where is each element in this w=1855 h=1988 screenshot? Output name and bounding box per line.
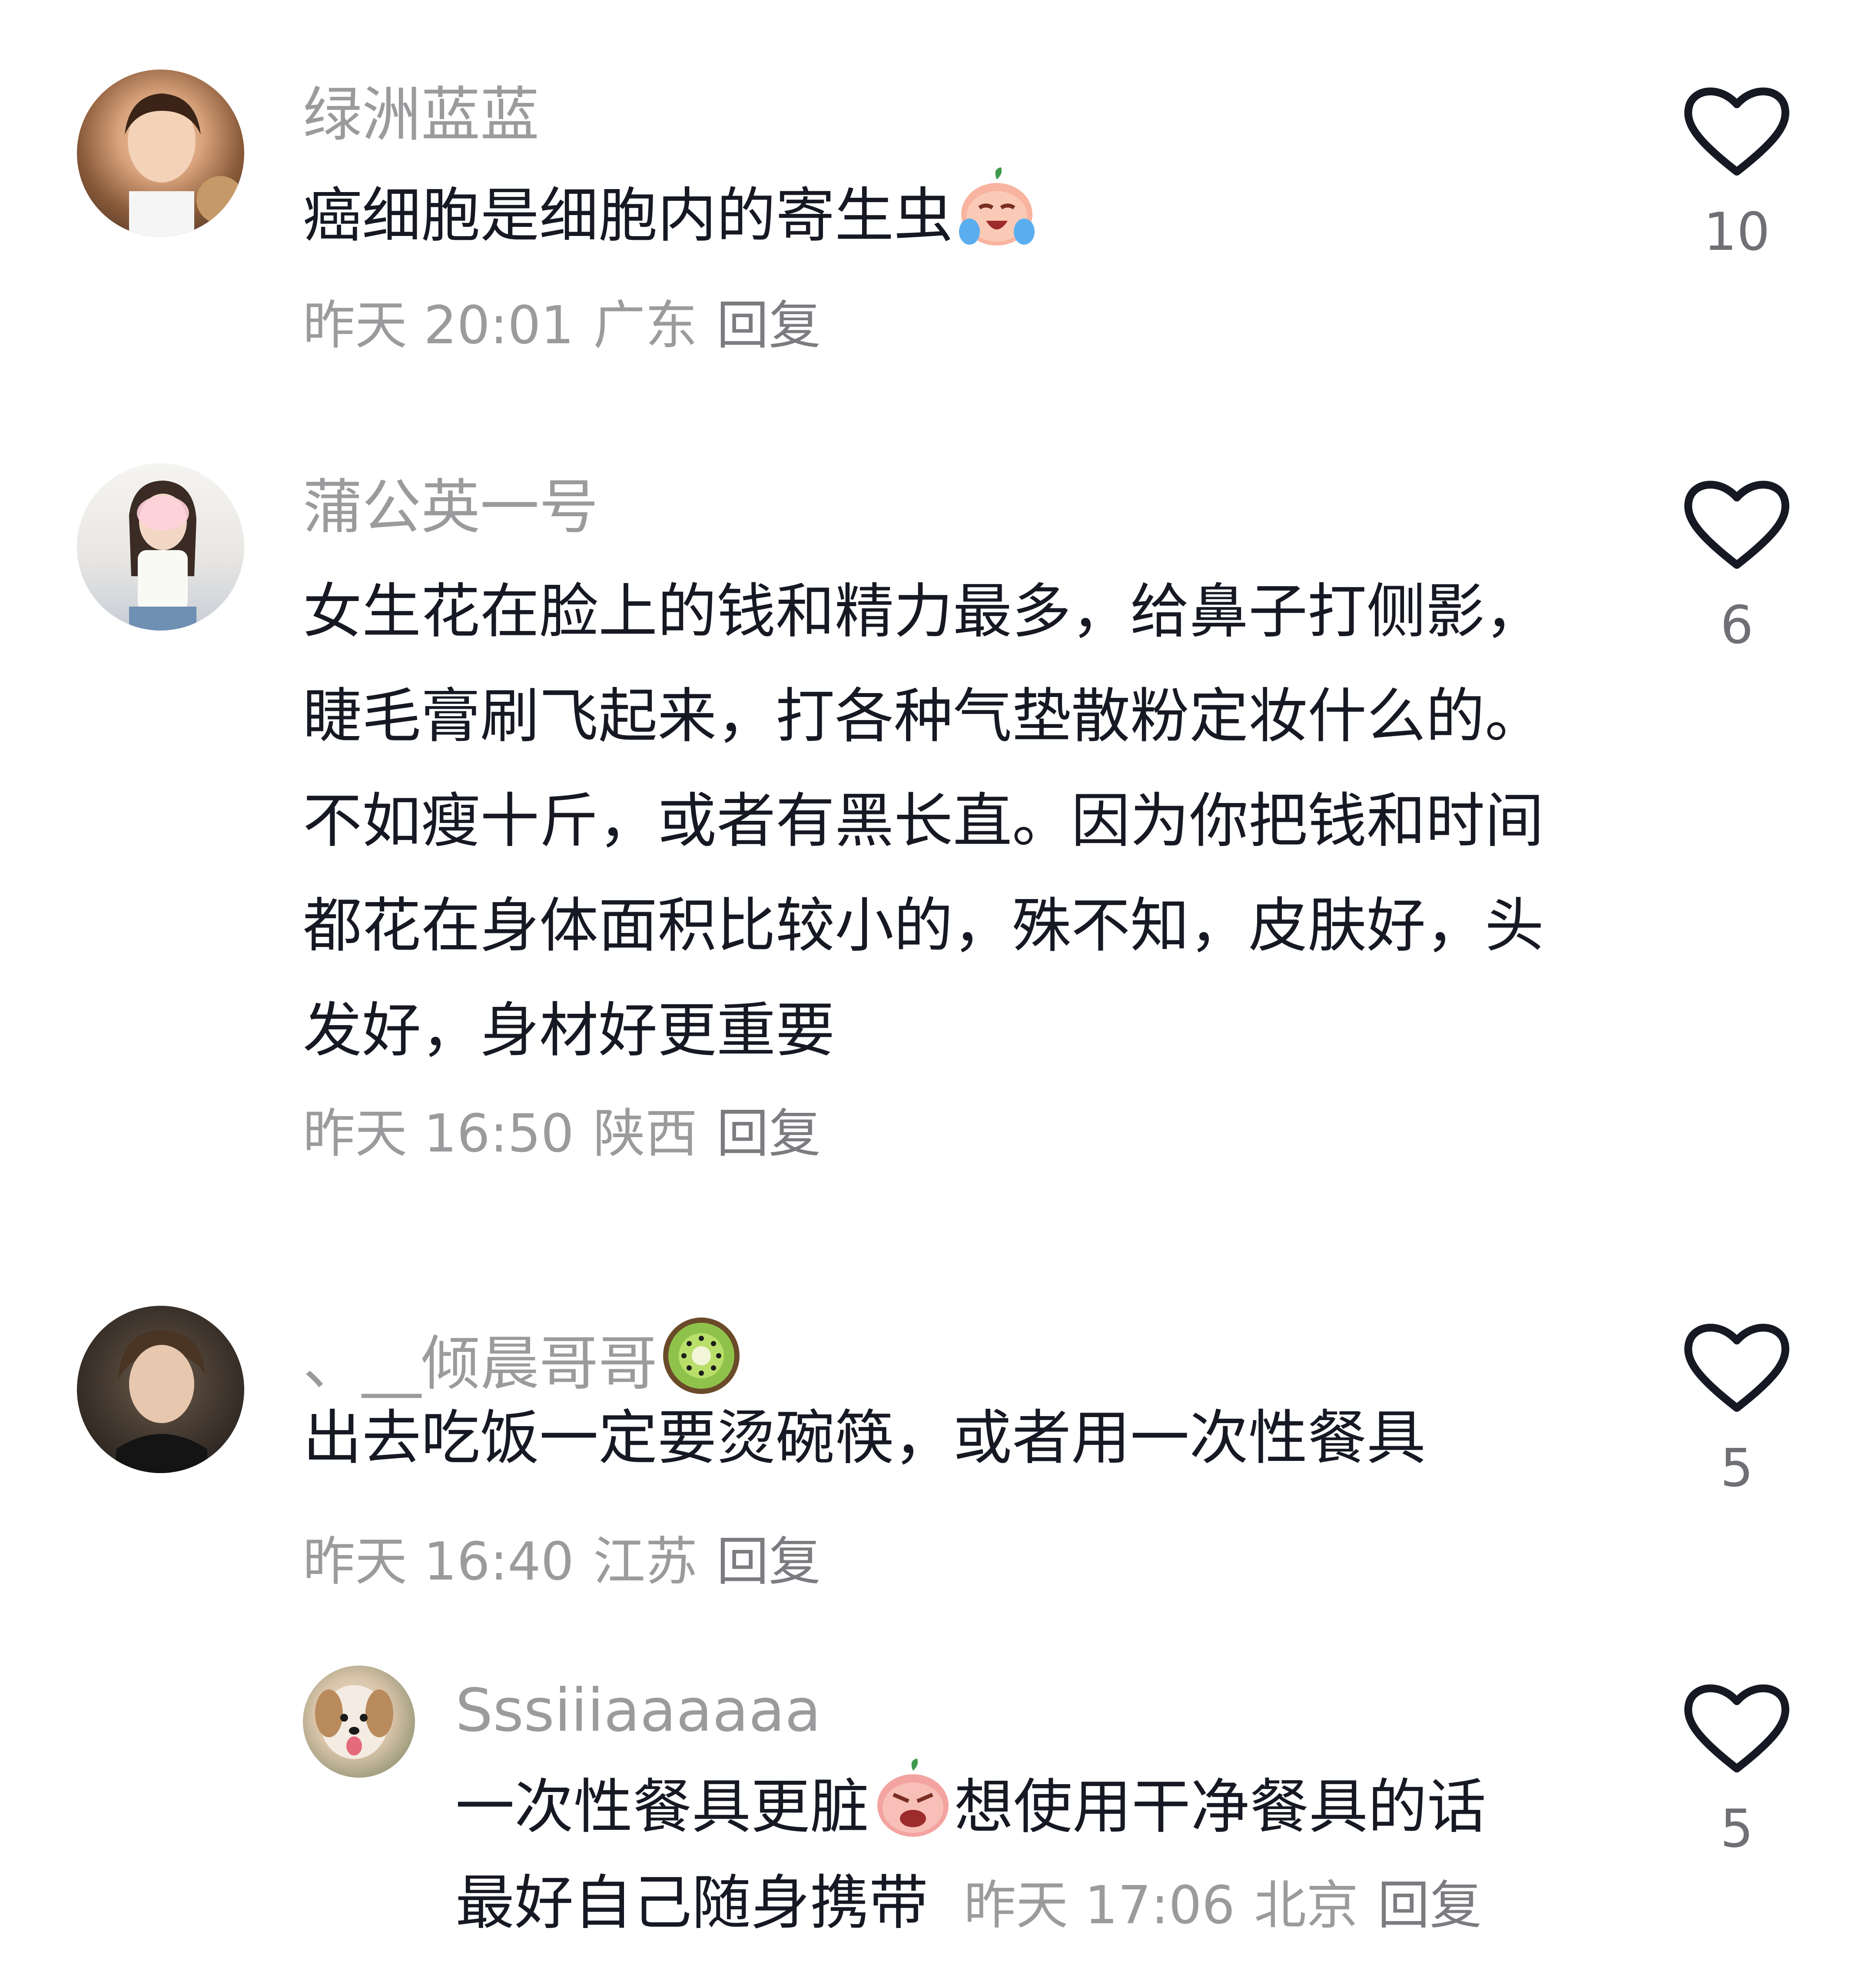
like-count: 10 [1703,202,1770,262]
username-text: 、__倾晨哥哥 [303,1330,657,1398]
avatar[interactable] [303,1666,415,1778]
like-button[interactable]: 5 [1676,1317,1798,1501]
avatar[interactable] [77,70,244,237]
avatar-image [129,481,196,631]
avatar[interactable] [77,1306,244,1473]
comment-text: 一次性餐具更脏 想使用干净餐具的话 [455,1758,1672,1857]
comment-date: 昨天 16:50 [303,1104,574,1164]
comment-location: 陕西 [593,1104,697,1164]
comment-meta: 昨天 16:50 陕西 回复 [303,1102,821,1167]
reply-button[interactable]: 回复 [717,1104,821,1164]
angry-peach-emoji-icon [872,1758,954,1857]
reply-button[interactable]: 回复 [717,295,821,356]
comment-date: 昨天 16:40 [303,1532,574,1592]
like-count: 5 [1720,1438,1754,1499]
comment-meta: 昨天 20:01 广东 回复 [303,293,821,358]
like-count: 5 [1720,1799,1754,1859]
reply-button[interactable]: 回复 [717,1532,821,1592]
comment-text: 女生花在脸上的钱和精力最多，给鼻子打侧影，睫毛膏刷飞起来，打各种气垫散粉定妆什么… [303,577,1544,1065]
like-button[interactable]: 10 [1676,80,1798,265]
comment-text-content: 癌细胞是细胞内的寄生虫 [303,182,953,250]
avatar-image [315,1685,393,1759]
like-count: 6 [1720,595,1754,656]
username[interactable]: 绿洲蓝蓝 [303,80,539,150]
heart-icon [1684,87,1789,176]
avatar[interactable] [77,463,244,631]
comment-text: 癌细胞是细胞内的寄生虫 [303,166,1563,266]
reply-button[interactable]: 回复 [1377,1875,1482,1936]
comment-meta: 昨天 16:40 江苏 回复 [303,1530,821,1595]
comment-date: 昨天 17:06 [964,1875,1235,1936]
heart-icon [1684,1684,1789,1772]
comment-meta: 昨天 17:06 北京 回复 [947,1875,1482,1936]
comment-location: 广东 [593,295,697,356]
avatar-image [125,93,244,237]
like-button[interactable]: 6 [1676,474,1798,658]
like-button[interactable]: 5 [1676,1677,1798,1862]
username[interactable]: Sssiiiaaaaaa [455,1676,821,1746]
username[interactable]: 蒲公英一号 [303,473,598,542]
avatar-image [116,1330,207,1473]
heart-icon [1684,481,1789,569]
comment-location: 北京 [1254,1875,1359,1936]
comment-text: 出去吃饭一定要烫碗筷，或者用一次性餐具 [303,1404,1426,1473]
comment-text-content-continued: 想使用干净餐具的话 [954,1773,1486,1842]
comment-text-content: 最好自己随身携带 [455,1869,928,1938]
heart-icon [1684,1324,1789,1412]
comment-location: 江苏 [593,1532,697,1592]
comment-text-content: 一次性餐具更脏 [455,1773,869,1842]
comment-date: 昨天 20:01 [303,295,574,356]
crying-peach-emoji-icon [956,166,1038,266]
comment-text-line2: 最好自己随身携带 昨天 17:06 北京 回复 [455,1866,1759,1940]
